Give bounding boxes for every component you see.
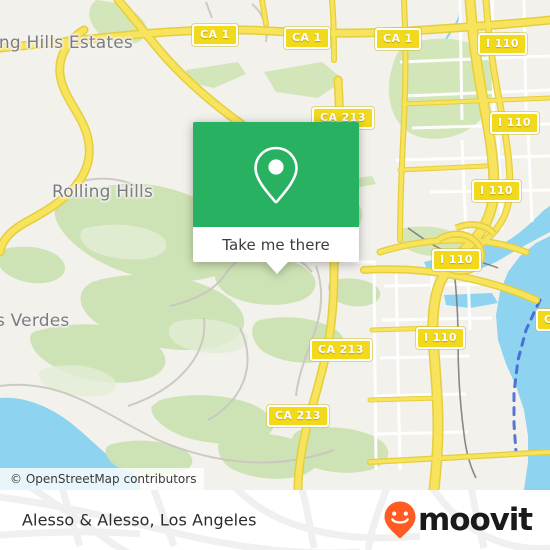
moovit-logo[interactable]: moovit <box>383 500 533 540</box>
popup-pin-area <box>193 122 359 227</box>
shield-ca-213-mid[interactable]: CA 213 <box>310 339 372 361</box>
popup-action-bar[interactable]: Take me there <box>193 227 359 262</box>
shield-ca-213-south[interactable]: CA 213 <box>267 405 329 427</box>
take-me-there-label: Take me there <box>222 235 330 254</box>
moovit-smiley-pin-icon <box>384 501 416 539</box>
map-attribution[interactable]: © OpenStreetMap contributors <box>0 468 205 490</box>
shield-ca-1-east[interactable]: CA 1 <box>375 28 421 50</box>
footer-bar: Alesso & Alesso, Los Angeles moovit <box>0 490 550 550</box>
shield-ca-edge[interactable]: CA <box>536 309 550 331</box>
moovit-wordmark: moovit <box>418 501 533 538</box>
shield-i-110-upper[interactable]: I 110 <box>490 112 539 134</box>
place-title: Alesso & Alesso, Los Angeles <box>22 510 257 530</box>
shield-i-110-lower[interactable]: I 110 <box>432 249 481 271</box>
shield-i-110-mid[interactable]: I 110 <box>472 180 521 202</box>
location-pin-icon <box>254 146 298 203</box>
shield-ca-1-west[interactable]: CA 1 <box>192 24 238 46</box>
shield-i-110-north[interactable]: I 110 <box>478 33 527 55</box>
popup-tail-pointer <box>266 262 288 274</box>
map-canvas[interactable]: ing Hills Estates Rolling Hills s Verdes… <box>0 0 550 490</box>
take-me-there-popup[interactable]: Take me there <box>193 122 359 274</box>
shield-ca-1-mid[interactable]: CA 1 <box>284 27 330 49</box>
shield-i-110-south[interactable]: I 110 <box>416 327 465 349</box>
moovit-map-screenshot: ing Hills Estates Rolling Hills s Verdes… <box>0 0 550 550</box>
